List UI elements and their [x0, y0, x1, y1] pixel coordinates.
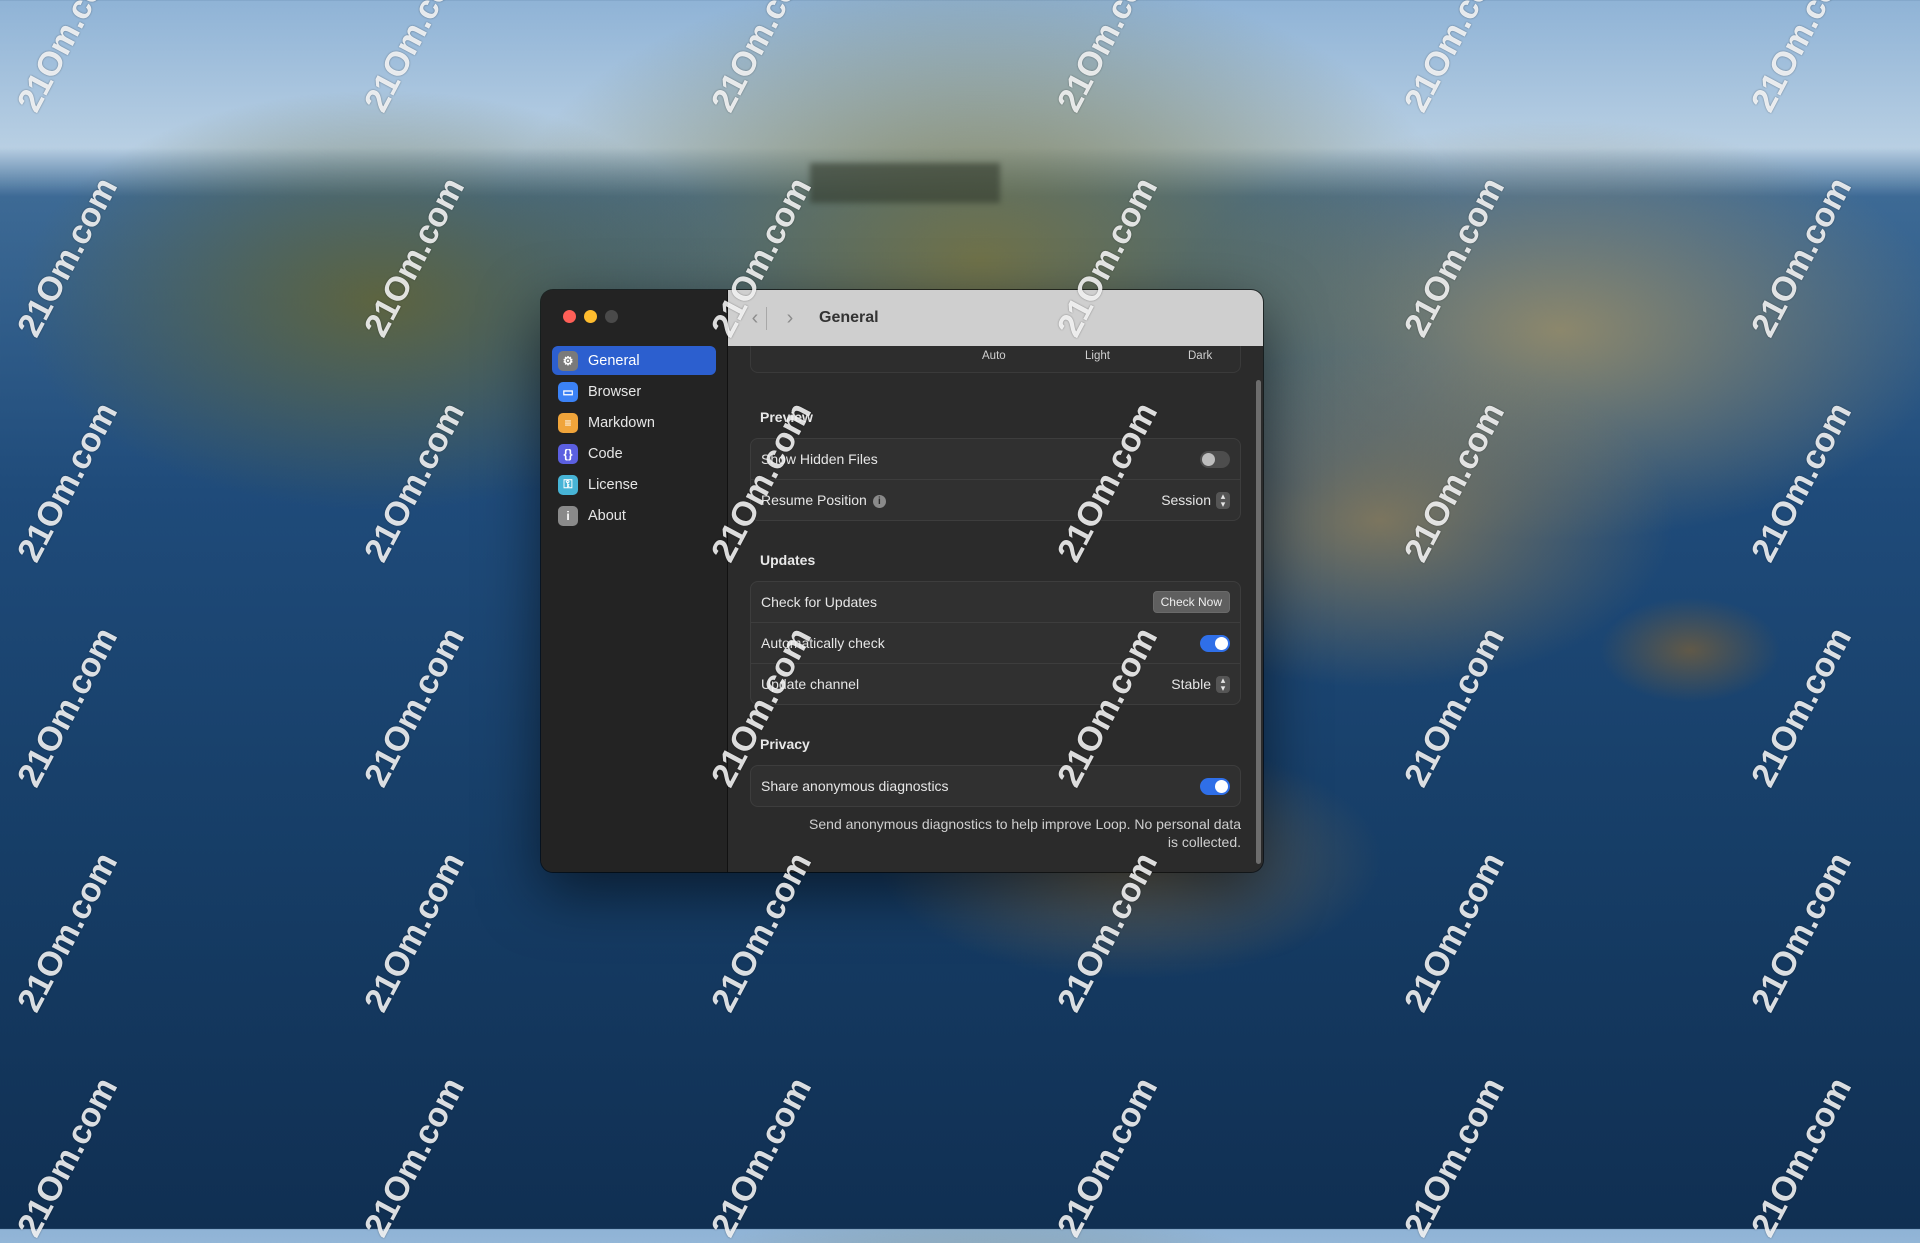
sidebar-item-markdown[interactable]: ≡ Markdown — [552, 408, 716, 437]
share-diagnostics-toggle[interactable] — [1200, 777, 1230, 795]
vertical-scrollbar[interactable] — [1256, 380, 1261, 864]
privacy-card: Share anonymous diagnostics — [750, 765, 1241, 807]
row-label: Update channel — [761, 676, 860, 692]
share-diagnostics-row: Share anonymous diagnostics — [751, 766, 1240, 806]
forward-chevron-icon[interactable]: › — [779, 307, 801, 330]
sidebar-item-browser[interactable]: ▭ Browser — [552, 377, 716, 406]
check-for-updates-row: Check for Updates Check Now — [751, 582, 1240, 622]
row-label: Share anonymous diagnostics — [761, 778, 949, 794]
select-value: Stable — [1171, 676, 1211, 692]
resume-position-select[interactable]: Session ▴ ▾ — [1161, 491, 1230, 509]
main-pane: ‹ › General Auto Light Dark Preview Show… — [728, 290, 1263, 872]
appearance-option-auto[interactable]: Auto — [982, 350, 1006, 362]
sidebar-item-license[interactable]: ⚿ License — [552, 470, 716, 499]
key-icon: ⚿ — [558, 474, 578, 495]
sidebar-item-code[interactable]: {} Code — [552, 439, 716, 468]
sidebar-item-label: Browser — [588, 383, 642, 400]
settings-content: Auto Light Dark Preview Show Hidden File… — [728, 346, 1263, 872]
section-title-updates: Updates — [760, 552, 816, 568]
traffic-lights — [563, 310, 618, 323]
footnote-line: is collected. — [1167, 834, 1241, 850]
row-label: Automatically check — [761, 635, 885, 651]
browser-window-icon: ▭ — [558, 381, 578, 402]
sidebar-item-label: Markdown — [588, 414, 655, 431]
sidebar-item-about[interactable]: i About — [552, 501, 716, 530]
appearance-card: Auto Light Dark — [750, 346, 1241, 373]
privacy-footnote: Send anonymous diagnostics to help impro… — [750, 815, 1241, 851]
sidebar-item-label: About — [588, 507, 626, 524]
zoom-button[interactable] — [605, 310, 618, 323]
sidebar-item-label: General — [588, 352, 640, 369]
resume-position-row: Resume Position i Session ▴ ▾ — [751, 479, 1240, 520]
braces-icon: {} — [558, 443, 578, 464]
info-icon: i — [558, 505, 578, 526]
row-label: Resume Position — [761, 492, 867, 508]
sidebar-item-label: Code — [588, 445, 623, 462]
up-down-chevron-icon: ▴ ▾ — [1216, 675, 1230, 693]
show-hidden-files-row: Show Hidden Files — [751, 439, 1240, 479]
automatically-check-toggle[interactable] — [1200, 634, 1230, 652]
update-channel-select[interactable]: Stable ▴ ▾ — [1171, 675, 1230, 693]
select-value: Session — [1161, 492, 1211, 508]
appearance-option-dark[interactable]: Dark — [1188, 350, 1212, 362]
section-title-privacy: Privacy — [760, 736, 810, 752]
check-now-button[interactable]: Check Now — [1152, 591, 1230, 613]
up-down-chevron-icon: ▴ ▾ — [1216, 491, 1230, 509]
row-label: Show Hidden Files — [761, 451, 878, 467]
gear-icon: ⚙ — [558, 350, 578, 371]
settings-window: ⚙ General ▭ Browser ≡ Markdown {} Code ⚿ License i… — [541, 290, 1263, 872]
footnote-line: Send anonymous diagnostics to help impro… — [809, 816, 1241, 832]
updates-card: Check for Updates Check Now Automaticall… — [750, 581, 1241, 705]
preview-card: Show Hidden Files Resume Position i Sessi… — [750, 438, 1241, 521]
sidebar: ⚙ General ▭ Browser ≡ Markdown {} Code ⚿ License i… — [541, 290, 728, 872]
page-title: General — [819, 309, 879, 326]
sidebar-item-general[interactable]: ⚙ General — [552, 346, 716, 375]
toolbar: ‹ › General — [728, 290, 1263, 346]
minimize-button[interactable] — [584, 310, 597, 323]
update-channel-row: Update channel Stable ▴ ▾ — [751, 663, 1240, 704]
sidebar-nav: ⚙ General ▭ Browser ≡ Markdown {} Code ⚿ License i… — [552, 346, 716, 532]
row-label: Check for Updates — [761, 594, 877, 610]
sidebar-item-label: License — [588, 476, 638, 493]
close-button[interactable] — [563, 310, 576, 323]
blurred-menu-bar — [810, 163, 1000, 203]
back-chevron-icon[interactable]: ‹ — [744, 306, 767, 330]
info-icon[interactable]: i — [872, 494, 886, 508]
show-hidden-files-toggle[interactable] — [1200, 450, 1230, 468]
appearance-option-light[interactable]: Light — [1085, 350, 1110, 362]
section-title-preview: Preview — [760, 409, 813, 425]
automatically-check-row: Automatically check — [751, 622, 1240, 663]
document-icon: ≡ — [558, 412, 578, 433]
